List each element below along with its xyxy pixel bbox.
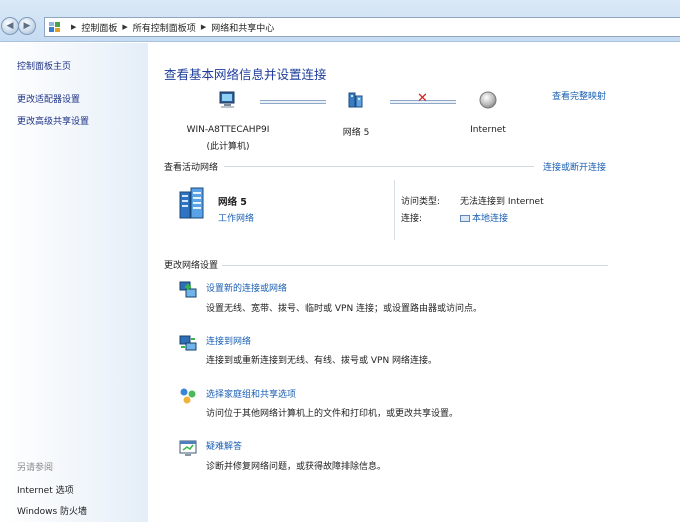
change-adapter-settings-link[interactable]: 更改适配器设置 [17,92,80,105]
control-panel-icon [49,21,61,33]
network-label: 网络 5 [342,128,370,138]
forward-button[interactable]: ▶ [18,17,36,35]
internet-options-link[interactable]: Internet 选项 [17,483,74,496]
active-network-name: 网络 5 [218,197,247,208]
section-divider [224,166,534,167]
section-divider [222,265,608,266]
task-description: 访问位于其他网络计算机上的文件和打印机，或更改共享设置。 [206,409,459,419]
task-description: 连接到或重新连接到无线、有线、拨号或 VPN 网络连接。 [206,356,438,366]
control-panel-home-link[interactable]: 控制面板主页 [17,59,71,72]
setup-connection-link[interactable]: 设置新的连接或网络 [206,281,287,294]
homegroup-sharing-link[interactable]: 选择家庭组和共享选项 [206,387,296,400]
ethernet-icon [460,215,470,222]
troubleshoot-icon[interactable] [178,438,198,458]
red-x-icon: ✕ [417,91,428,106]
breadcrumb-separator-icon[interactable]: ▶ [201,23,206,31]
address-bar[interactable]: ▶ 控制面板 ▶ 所有控制面板项 ▶ 网络和共享中心 [44,17,680,37]
connect-to-network-link[interactable]: 连接到网络 [206,334,251,347]
windows-firewall-link[interactable]: Windows 防火墙 [17,504,87,517]
computer-name: WIN-A8TTECAHP9I [186,125,270,135]
network-category-link[interactable]: 工作网络 [218,211,254,224]
left-nav-pane: 控制面板主页 更改适配器设置 更改高级共享设置 另请参阅 Internet 选项… [0,43,148,522]
computer-icon[interactable] [218,91,238,109]
local-connection-label[interactable]: 本地连接 [472,214,508,224]
connection-line [260,100,326,104]
back-button[interactable]: ◀ [1,17,19,35]
breadcrumb-separator-icon[interactable]: ▶ [71,23,76,31]
view-full-map-link[interactable]: 查看完整映射 [552,89,606,102]
network-icon[interactable] [346,90,366,110]
homegroup-icon[interactable] [178,386,198,406]
see-also-caption: 另请参阅 [17,463,54,473]
computer-note: (此计算机) [206,142,250,152]
troubleshoot-link[interactable]: 疑难解答 [206,439,242,452]
local-connection-link[interactable]: 本地连接 [460,211,508,224]
internet-globe-icon[interactable] [478,90,498,110]
connect-disconnect-link[interactable]: 连接或断开连接 [543,160,606,173]
task-description: 诊断并修复网络问题，或获得故障排除信息。 [206,462,387,472]
breadcrumb-all-items[interactable]: 所有控制面板项 [133,21,196,34]
internet-label: Internet [470,125,506,135]
access-type-value: 无法连接到 Internet [460,197,544,207]
access-type-label: 访问类型: [401,197,441,207]
breadcrumb-network-center[interactable]: 网络和共享中心 [211,21,274,34]
breadcrumb-control-panel[interactable]: 控制面板 [81,21,117,34]
breadcrumb-separator-icon[interactable]: ▶ [122,23,127,31]
page-title: 查看基本网络信息并设置连接 [164,67,327,82]
network-buildings-icon [179,187,204,219]
change-settings-title: 更改网络设置 [164,261,219,271]
task-description: 设置无线、宽带、拨号、临时或 VPN 连接；或设置路由器或访问点。 [206,304,483,314]
active-networks-title: 查看活动网络 [164,163,219,173]
main-content: 查看基本网络信息并设置连接 查看完整映射 ✕ WIN-A8TTECAHP9I (… [148,43,680,522]
new-connection-icon[interactable] [178,280,198,300]
connect-network-icon[interactable] [178,333,198,353]
connections-label: 连接: [401,214,423,224]
change-advanced-sharing-link[interactable]: 更改高级共享设置 [17,114,89,127]
vertical-divider [394,180,395,240]
navigation-bar: ◀ ▶ ▶ 控制面板 ▶ 所有控制面板项 ▶ 网络和共享中心 [0,0,680,42]
